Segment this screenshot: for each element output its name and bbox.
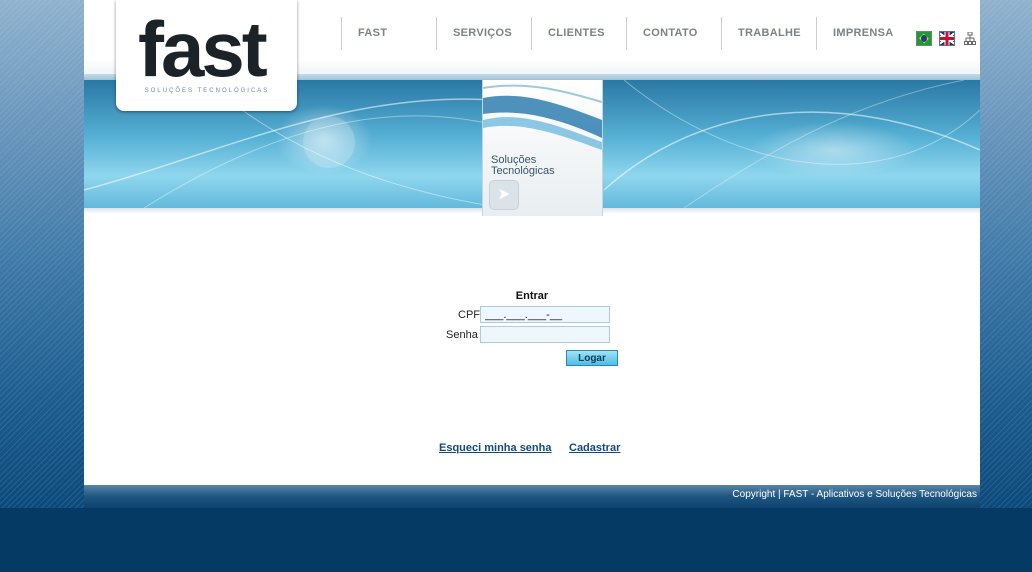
panel-title-line2: Tecnológicas xyxy=(491,165,555,177)
senha-input[interactable] xyxy=(480,326,610,343)
panel-swoosh xyxy=(483,84,602,150)
page-bottom-band xyxy=(0,508,1032,572)
login-title: Entrar xyxy=(515,290,549,302)
forgot-password-link[interactable]: Esqueci minha senha xyxy=(439,442,551,454)
cpf-input[interactable] xyxy=(480,306,610,323)
cpf-label: CPF xyxy=(458,309,480,321)
logo[interactable]: fast Soluções Tecnológicas xyxy=(116,0,297,111)
banner-panel: Soluções Tecnológicas ➤ xyxy=(482,80,603,216)
logar-button[interactable]: Logar xyxy=(566,350,618,366)
copyright-text: Copyright | FAST - Aplicativos e Soluçõe… xyxy=(732,489,977,500)
logo-wordmark: fast xyxy=(138,5,268,93)
logo-tagline: Soluções Tecnológicas xyxy=(144,88,270,94)
panel-title: Soluções Tecnológicas xyxy=(491,155,555,177)
page-container: fast Soluções Tecnológicas FAST SERVIÇOS… xyxy=(84,0,980,508)
footer: Copyright | FAST - Aplicativos e Soluçõe… xyxy=(84,485,980,508)
cursor-icon: ➤ xyxy=(489,180,519,210)
senha-label: Senha xyxy=(446,329,478,341)
register-link[interactable]: Cadastrar xyxy=(569,442,620,454)
